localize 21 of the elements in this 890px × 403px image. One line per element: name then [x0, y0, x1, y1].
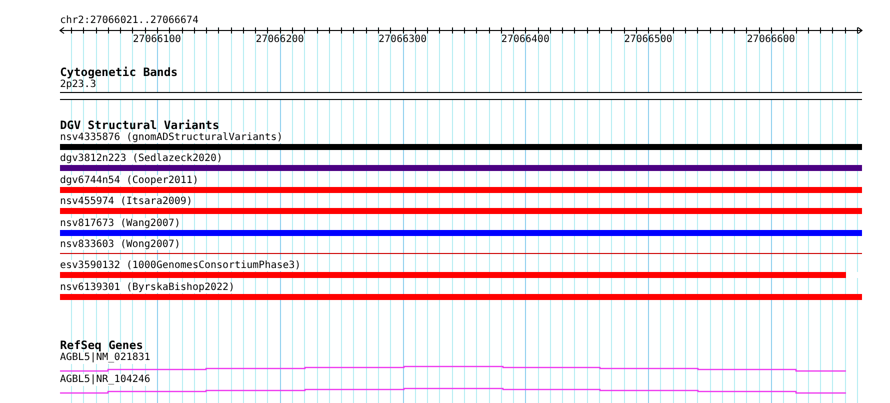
variant-label: nsv833603 (Wong2007) [60, 238, 180, 250]
variant-label: nsv817673 (Wang2007) [60, 218, 180, 229]
variant-label: dgv3812n223 (Sedlazeck2020) [60, 153, 223, 164]
track-title: DGV Structural Variants [60, 119, 220, 132]
variant-label: nsv4335876 (gnomADStructuralVariants) [60, 132, 283, 143]
variant-label: nsv455974 (Itsara2009) [60, 196, 192, 208]
tick-label: 27066200 [256, 34, 304, 46]
tick-label: 27066600 [746, 34, 796, 46]
variant-label: nsv6139301 (ByrskaBishop2022) [60, 282, 235, 293]
variant-label: dgv6744n54 (Cooper2011) [60, 174, 198, 186]
track-title: Cytogenetic Bands [60, 66, 179, 79]
gene-label: AGBL5|NM_021831 [60, 352, 150, 364]
tick-label: 27066100 [132, 34, 182, 46]
tick-label: 27066500 [624, 34, 672, 46]
gene-label: AGBL5|NR_104246 [60, 374, 150, 386]
track-title: RefSeq Genes [60, 339, 144, 352]
position-label: chr2:27066021..27066674 [60, 15, 200, 27]
variant-label: esv3590132 (1000GenomesConsortiumPhase3) [60, 260, 301, 272]
tick-label: 27066400 [501, 34, 550, 46]
tick-label: 27066300 [378, 34, 427, 46]
band-label: 2p23.3 [60, 79, 98, 91]
